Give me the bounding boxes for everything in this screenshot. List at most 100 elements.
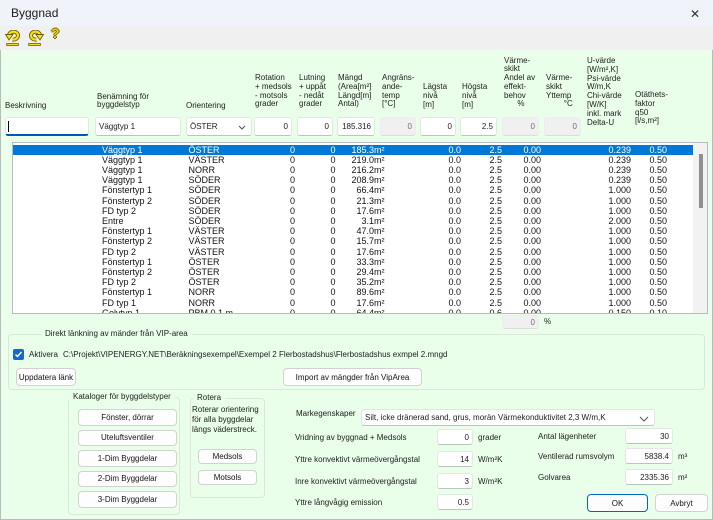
list-row[interactable]: FD typ 1NORR0017.6m²0.02.50.001.0000.50 bbox=[13, 298, 696, 308]
list-row[interactable]: FD typ 2SÖDER0017.6m²0.02.50.001.0000.50 bbox=[13, 206, 696, 216]
list-cell: 0 bbox=[245, 226, 295, 236]
list-cell: 0.0 bbox=[421, 257, 461, 267]
list-row[interactable]: FD typ 2VÄSTER0017.6m²0.02.50.001.0000.5… bbox=[13, 247, 696, 257]
param-input[interactable]: 3 bbox=[437, 473, 473, 489]
beskrivning-input[interactable] bbox=[5, 117, 89, 136]
andel-footer-input: 0 bbox=[502, 315, 539, 329]
list-cell: 47.0m² bbox=[335, 226, 385, 236]
list-cell: 29.4m² bbox=[335, 267, 385, 277]
list-cell: 2.5 bbox=[462, 257, 502, 267]
rotera-description: Roterar orientering för alla byggdelar l… bbox=[192, 405, 259, 435]
catalog-button-4[interactable]: 2-Dim Byggdelar bbox=[78, 471, 177, 488]
list-cell: 0 bbox=[245, 165, 295, 175]
list-cell: 0.0 bbox=[421, 247, 461, 257]
list-cell: 2.5 bbox=[462, 247, 502, 257]
list-row[interactable]: Fönstertyp 2VÄSTER0015.7m²0.02.50.001.00… bbox=[13, 236, 696, 246]
stat-unit: m² bbox=[678, 473, 687, 482]
param-value: 0 bbox=[465, 433, 469, 442]
list-cell: 2.5 bbox=[462, 165, 502, 175]
orientering-select[interactable]: ÖSTER bbox=[186, 117, 252, 136]
list-row[interactable]: Golvtyp 1PBM 0.1 m0064.4m²0.00.60.000.15… bbox=[13, 308, 696, 314]
list-cell: 0 bbox=[245, 145, 295, 155]
list-cell: Väggtyp 1 bbox=[102, 155, 182, 165]
list-cell: 1.000 bbox=[586, 206, 631, 216]
list-cell: 2.5 bbox=[462, 206, 502, 216]
help-button[interactable]: ? bbox=[51, 30, 69, 47]
byggdelar-list[interactable]: Väggtyp 1ÖSTER00185.3m²0.02.50.000.2390.… bbox=[12, 142, 708, 314]
list-row[interactable]: Fönstertyp 1SÖDER0066.4m²0.02.50.001.000… bbox=[13, 185, 696, 195]
list-row[interactable]: Fönstertyp 2ÖSTER0029.4m²0.02.50.001.000… bbox=[13, 267, 696, 277]
list-row[interactable]: Väggtyp 1SÖDER00208.9m²0.02.50.000.2390.… bbox=[13, 175, 696, 185]
redo-button[interactable] bbox=[27, 30, 45, 47]
list-cell: 219.0m² bbox=[335, 155, 385, 165]
list-cell: 0 bbox=[245, 287, 295, 297]
catalog-button-3[interactable]: 1-Dim Byggdelar bbox=[78, 450, 177, 467]
mangd-input[interactable]: 185.316 bbox=[337, 117, 375, 136]
param-input[interactable]: 0 bbox=[437, 429, 473, 445]
col-header-lutning: Lutning + uppåt - nedåt grader bbox=[299, 74, 326, 109]
list-row[interactable]: EntreSÖDER003.1m²0.02.50.002.0000.50 bbox=[13, 216, 696, 226]
list-cell: 0 bbox=[245, 206, 295, 216]
hogsta-niva-input[interactable]: 2.5 bbox=[460, 117, 497, 136]
stat-input[interactable]: 2335.36 bbox=[625, 469, 673, 485]
aktivera-checkbox[interactable] bbox=[13, 349, 24, 360]
list-cell: 0.00 bbox=[501, 236, 541, 246]
scrollbar-track[interactable] bbox=[693, 143, 707, 313]
list-row[interactable]: Fönstertyp 1VÄSTER0047.0m²0.02.50.001.00… bbox=[13, 226, 696, 236]
text-caret bbox=[8, 121, 9, 132]
stat-input[interactable]: 30 bbox=[625, 428, 673, 444]
list-cell: 2.5 bbox=[462, 185, 502, 195]
list-cell: Fönstertyp 2 bbox=[102, 196, 182, 206]
lagsta-niva-input[interactable]: 0 bbox=[420, 117, 456, 136]
rotation-input[interactable]: 0 bbox=[254, 117, 292, 136]
list-cell: 0.00 bbox=[501, 308, 541, 314]
catalog-button-5[interactable]: 3-Dim Byggdelar bbox=[78, 491, 177, 508]
catalog-button-2[interactable]: Uteluftsventiler bbox=[78, 430, 177, 447]
list-cell: 2.5 bbox=[462, 175, 502, 185]
stat-input[interactable]: 5838.4 bbox=[625, 448, 673, 464]
list-row[interactable]: Väggtyp 1NORR00216.2m²0.02.50.000.2390.5… bbox=[13, 165, 696, 175]
undo-button[interactable] bbox=[5, 30, 23, 47]
motsols-button[interactable]: Motsols bbox=[198, 470, 257, 485]
list-cell: 0 bbox=[245, 155, 295, 165]
medsols-button[interactable]: Medsols bbox=[198, 449, 257, 464]
catalog-button-1[interactable]: Fönster, dörrar bbox=[78, 409, 177, 426]
list-cell: 1.000 bbox=[586, 287, 631, 297]
list-cell: 0 bbox=[296, 165, 336, 175]
markegenskaper-select[interactable]: Silt, icke dränerad sand, grus, morän Vä… bbox=[361, 409, 655, 426]
list-cell: 0.00 bbox=[501, 216, 541, 226]
list-cell: 0.00 bbox=[501, 257, 541, 267]
list-cell: 0.0 bbox=[421, 216, 461, 226]
list-cell: Fönstertyp 1 bbox=[102, 287, 182, 297]
benamning-input[interactable]: Väggtyp 1 bbox=[95, 117, 181, 136]
list-cell: 1.000 bbox=[586, 298, 631, 308]
avbryt-button[interactable]: Avbryt bbox=[655, 494, 708, 512]
list-row[interactable]: Väggtyp 1ÖSTER00185.3m²0.02.50.000.2390.… bbox=[13, 145, 696, 155]
list-cell: 0.0 bbox=[421, 145, 461, 155]
list-cell: 0.0 bbox=[421, 236, 461, 246]
import-vip-area-button[interactable]: Import av mängder från VipArea bbox=[283, 368, 422, 386]
param-input[interactable]: 14 bbox=[437, 451, 473, 467]
stat-unit: m³ bbox=[678, 452, 687, 461]
angransande-temp-input: 0 bbox=[380, 117, 416, 136]
ok-button[interactable]: OK bbox=[587, 494, 648, 512]
list-row[interactable]: Väggtyp 1VÄSTER00219.0m²0.02.50.000.2390… bbox=[13, 155, 696, 165]
close-icon[interactable]: ✕ bbox=[683, 4, 707, 23]
list-cell: 0.150 bbox=[586, 308, 631, 314]
list-cell: 0 bbox=[245, 247, 295, 257]
list-row[interactable]: Fönstertyp 1ÖSTER0033.3m²0.02.50.001.000… bbox=[13, 257, 696, 267]
list-cell: 0.00 bbox=[501, 226, 541, 236]
list-cell: 0.00 bbox=[501, 287, 541, 297]
list-row[interactable]: FD typ 2ÖSTER0035.2m²0.02.50.001.0000.50 bbox=[13, 277, 696, 287]
varmeskikt-andel-input: 0 bbox=[502, 117, 539, 136]
list-cell: 0.00 bbox=[501, 277, 541, 287]
uppdatera-lank-button[interactable]: Uppdatera länk bbox=[16, 368, 76, 386]
param-input[interactable]: 0.5 bbox=[437, 494, 473, 510]
list-row[interactable]: Fönstertyp 2SÖDER0021.3m²0.02.50.001.000… bbox=[13, 196, 696, 206]
vip-path: C:\Projekt\VIPENERGY.NET\Beräkningsexemp… bbox=[63, 350, 447, 359]
scrollbar-thumb[interactable] bbox=[699, 154, 703, 208]
list-cell: 0.00 bbox=[501, 155, 541, 165]
lutning-input[interactable]: 0 bbox=[297, 117, 333, 136]
list-cell: 0.50 bbox=[632, 216, 667, 226]
list-row[interactable]: Fönstertyp 1NORR0089.6m²0.02.50.001.0000… bbox=[13, 287, 696, 297]
